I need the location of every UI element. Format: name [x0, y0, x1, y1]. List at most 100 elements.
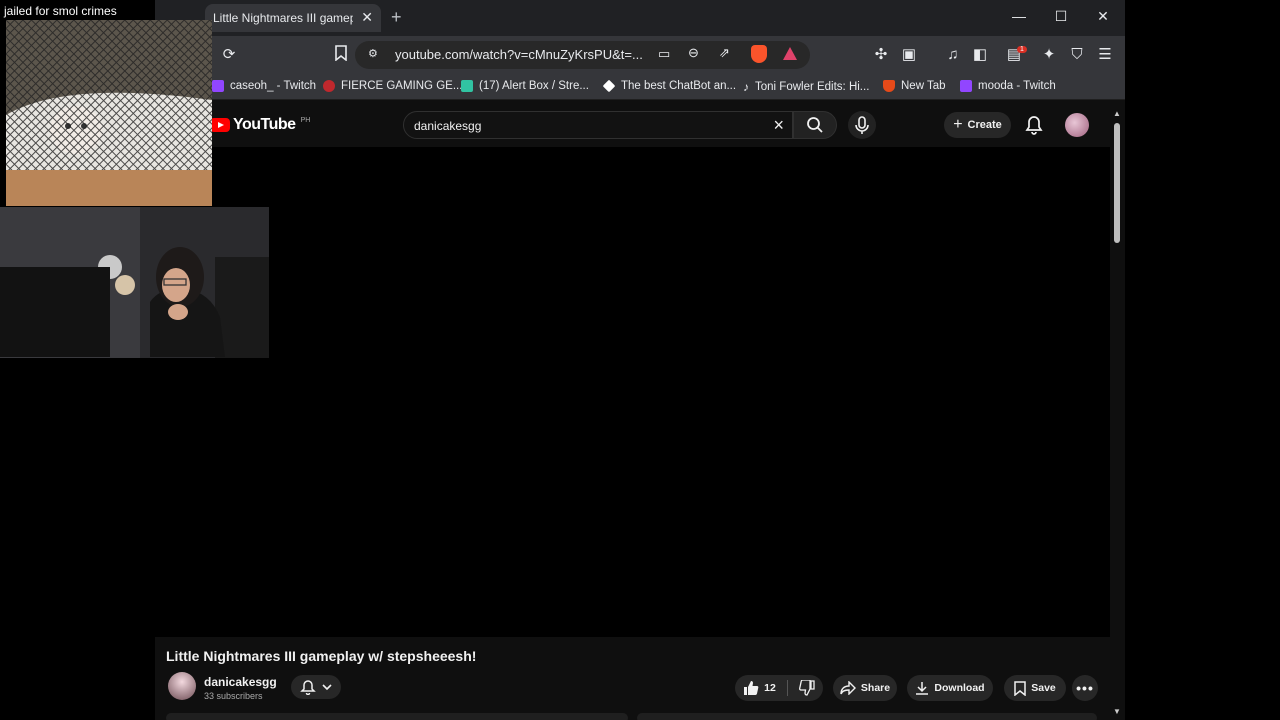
more-actions-button[interactable]: ••• — [1072, 675, 1098, 701]
cast-icon[interactable]: ▭ — [658, 46, 670, 62]
download-label: Download — [934, 682, 985, 694]
sidebar-icon[interactable]: ◧ — [970, 45, 990, 65]
voice-search-button[interactable] — [848, 111, 876, 139]
bookmark-item[interactable]: mooda - Twitch — [960, 80, 1056, 92]
notifications-bell-icon[interactable] — [1025, 115, 1043, 140]
thumbs-up-icon — [744, 681, 759, 695]
bell-icon — [300, 680, 316, 695]
save-label: Save — [1031, 682, 1056, 694]
like-divider — [786, 680, 788, 696]
webcam-image — [0, 207, 269, 358]
bookmarks-bar: caseoh_ - Twitch FIERCE GAMING GE... (17… — [155, 74, 1125, 100]
bookmark-label: mooda - Twitch — [978, 80, 1056, 92]
like-dislike-group: 12 — [735, 675, 823, 701]
bookmark-label: FIERCE GAMING GE... — [341, 80, 463, 92]
like-count: 12 — [764, 682, 776, 694]
new-tab-button[interactable]: + — [391, 7, 402, 28]
youtube-logo[interactable]: YouTube PH — [210, 116, 310, 134]
dislike-button[interactable] — [798, 680, 815, 696]
bookmark-label: New Tab — [901, 80, 946, 92]
bookmark-item[interactable]: New Tab — [883, 80, 946, 92]
tab-title: Little Nightmares III gameplay w/ stepsh… — [213, 11, 353, 25]
bookmark-icon[interactable] — [331, 45, 351, 65]
brave-icon — [883, 80, 895, 92]
streamer-webcam-overlay — [0, 207, 269, 358]
notification-badge: 1 — [1017, 46, 1027, 53]
pet-camera-overlay — [6, 20, 212, 206]
reload-icon[interactable]: ⟳ — [219, 45, 239, 65]
search-value[interactable]: danicakesgg — [414, 119, 481, 133]
close-window-button[interactable]: ✕ — [1093, 8, 1113, 25]
account-avatar[interactable] — [1065, 113, 1089, 137]
channel-name[interactable]: danicakesgg — [204, 675, 277, 689]
search-input[interactable]: danicakesgg × — [403, 111, 793, 139]
tiktok-icon: ♪ — [743, 80, 749, 94]
site-settings-icon[interactable]: ⚙ — [368, 47, 378, 60]
media-icon[interactable]: ♫ — [943, 45, 963, 65]
minimize-button[interactable]: — — [1009, 8, 1029, 24]
streamlabs-icon — [461, 80, 473, 92]
video-title: Little Nightmares III gameplay w/ stepsh… — [166, 648, 477, 664]
share-button[interactable]: Share — [833, 675, 897, 701]
subscriber-count: 33 subscribers — [204, 691, 263, 701]
video-player[interactable] — [155, 147, 1110, 637]
search-icon — [807, 117, 823, 133]
clear-search-icon[interactable]: × — [773, 115, 784, 136]
tab-close-icon[interactable]: ✕ — [361, 9, 373, 26]
address-bar[interactable]: ⚙ youtube.com/watch?v=cMnuZyKrsPU&t=... … — [355, 41, 810, 69]
brave-shield-icon[interactable] — [751, 45, 767, 63]
bookmark-item[interactable]: ♪ Toni Fowler Edits: Hi... — [743, 80, 869, 94]
scroll-down-icon[interactable]: ▼ — [1113, 707, 1121, 716]
save-button[interactable]: Save — [1004, 675, 1066, 701]
share-icon — [840, 681, 856, 695]
maximize-button[interactable]: ☐ — [1051, 8, 1071, 25]
screen: Little Nightmares III gameplay w/ stepsh… — [0, 0, 1280, 720]
youtube-page: YouTube PH danicakesgg × + Create ▲ ▼ Li… — [155, 101, 1125, 720]
bookmark-item[interactable]: FIERCE GAMING GE... — [323, 80, 462, 92]
plus-icon: + — [953, 116, 963, 133]
twitch-icon — [212, 80, 224, 92]
pet-camera-image — [6, 20, 212, 206]
save-icon — [1014, 680, 1026, 696]
country-code: PH — [300, 116, 311, 124]
bookmark-label: The best ChatBot an... — [621, 80, 737, 92]
scrollbar-thumb[interactable] — [1114, 123, 1120, 243]
tab-active[interactable]: Little Nightmares III gameplay w/ stepsh… — [205, 4, 381, 32]
tab-search-icon[interactable]: ▣ — [899, 45, 919, 65]
channel-avatar[interactable] — [168, 672, 196, 700]
like-button[interactable]: 12 — [743, 680, 776, 696]
more-icon: ••• — [1076, 680, 1094, 696]
extensions-icon[interactable]: ✣ — [871, 45, 891, 65]
create-button[interactable]: + Create — [944, 112, 1011, 138]
description-box[interactable] — [166, 713, 628, 720]
youtube-play-icon — [210, 118, 230, 132]
create-label: Create — [967, 119, 1002, 131]
microphone-icon — [855, 116, 869, 134]
bookmark-item[interactable]: The best ChatBot an... — [602, 79, 737, 93]
chatbot-icon — [602, 79, 616, 93]
download-icon — [916, 682, 929, 695]
download-button[interactable]: Download — [907, 675, 993, 701]
site-favicon — [323, 80, 335, 92]
url-text[interactable]: youtube.com/watch?v=cMnuZyKrsPU&t=... — [395, 47, 643, 62]
brave-rewards-icon[interactable] — [783, 47, 797, 60]
browser-toolbar: ⟳ ⚙ youtube.com/watch?v=cMnuZyKrsPU&t=..… — [155, 36, 1125, 74]
bookmark-label: Toni Fowler Edits: Hi... — [755, 81, 870, 93]
menu-icon[interactable]: ☰ — [1095, 45, 1115, 65]
bookmark-label: caseoh_ - Twitch — [230, 80, 317, 92]
zoom-icon[interactable]: ⊖ — [688, 45, 699, 61]
page-scrollbar[interactable]: ▲ ▼ — [1113, 109, 1121, 716]
search-button[interactable] — [793, 111, 837, 139]
tab-bar: Little Nightmares III gameplay w/ stepsh… — [155, 0, 1125, 36]
recommendations-box[interactable] — [637, 713, 1097, 720]
browser-window: Little Nightmares III gameplay w/ stepsh… — [155, 0, 1125, 720]
bookmark-item[interactable]: (17) Alert Box / Stre... — [461, 80, 589, 92]
scroll-up-icon[interactable]: ▲ — [1113, 109, 1121, 118]
vpn-shield-icon[interactable]: ⛉ — [1067, 45, 1087, 65]
bookmark-item[interactable]: caseoh_ - Twitch — [212, 80, 316, 92]
share-page-icon[interactable]: ⇗ — [719, 45, 730, 61]
leo-ai-icon[interactable]: ✦ — [1039, 45, 1059, 65]
share-label: Share — [860, 682, 891, 694]
twitch-icon — [960, 80, 972, 92]
subscribed-button[interactable] — [291, 675, 341, 699]
